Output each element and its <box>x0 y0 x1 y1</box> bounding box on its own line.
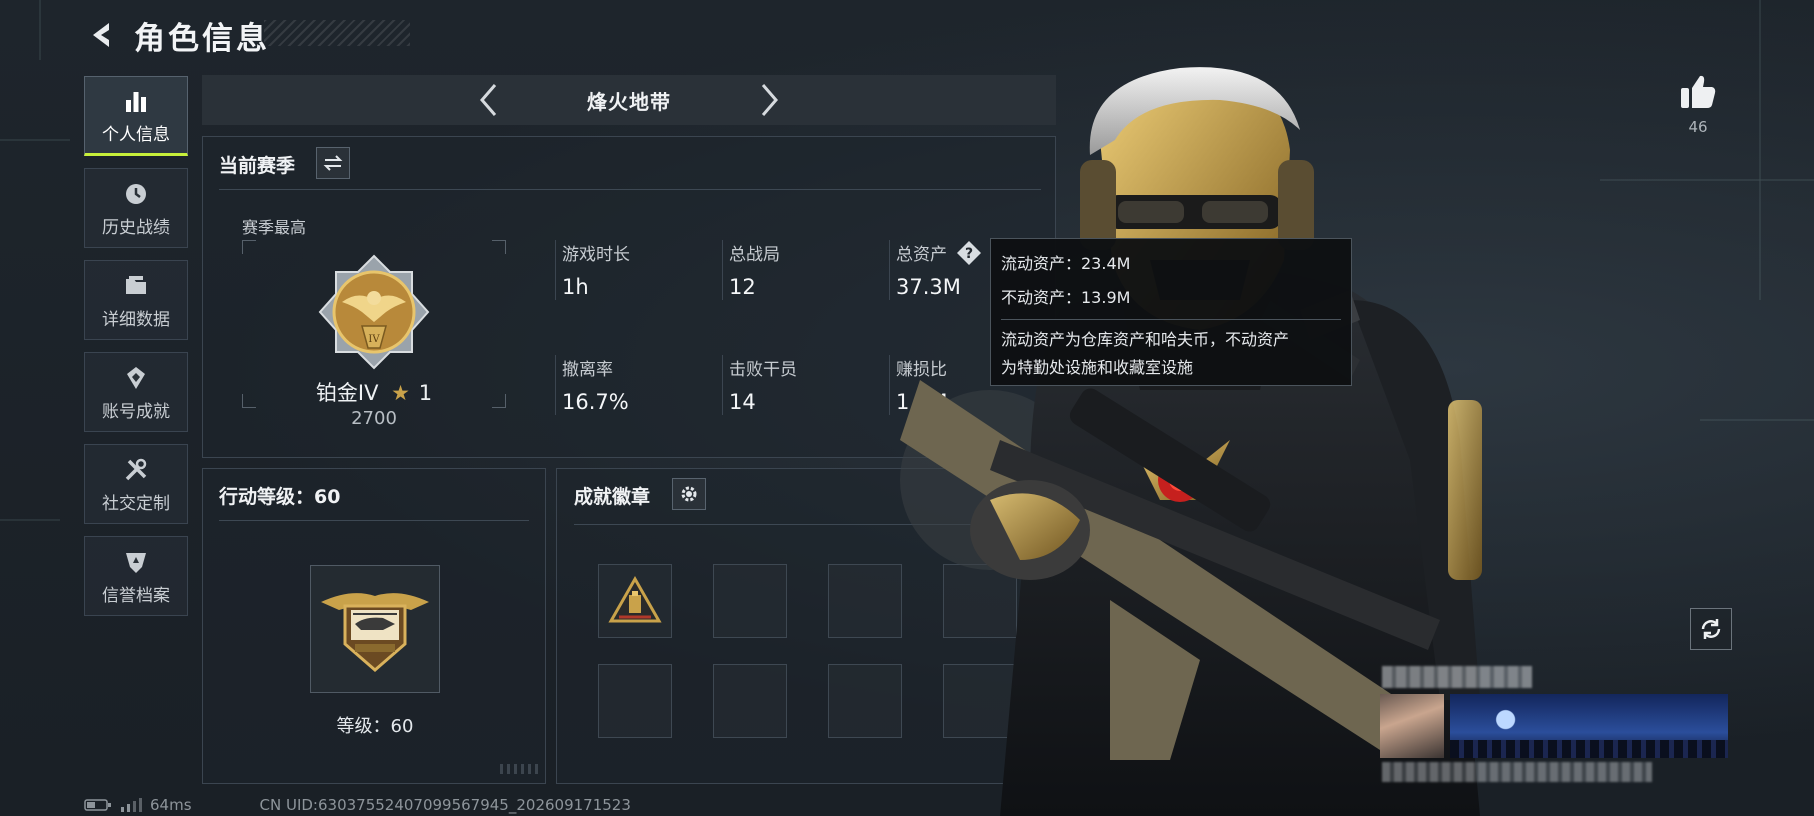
frame-corner <box>492 240 506 254</box>
badges-title: 成就徽章 <box>574 486 651 508</box>
folder-icon <box>121 271 151 301</box>
badge-slot-empty[interactable] <box>598 664 672 738</box>
stat-value: 12 <box>729 275 756 299</box>
clock-icon <box>121 179 151 209</box>
action-level-title: 行动等级：60 <box>219 486 341 508</box>
sidebar-item-social-customization[interactable]: 社交定制 <box>84 444 188 524</box>
stat-label: 总战局 <box>729 245 780 265</box>
stat-value: 1h <box>562 275 589 299</box>
fixed-assets: 不动资产：13.9M <box>1001 288 1131 307</box>
level-emblem-frame <box>310 565 440 693</box>
sidebar-item-label: 个人信息 <box>102 124 170 145</box>
asset-tooltip: 流动资产：23.4M 不动资产：13.9M 流动资产为仓库资产和哈夫币，不动资产… <box>990 238 1352 386</box>
player-card[interactable] <box>1380 694 1728 758</box>
divider <box>1001 319 1341 320</box>
star-icon: ★ <box>391 381 410 405</box>
refresh-icon <box>1701 619 1721 639</box>
player-subtitle-blurred <box>1382 762 1652 782</box>
sidebar-item-history[interactable]: 历史战绩 <box>84 168 188 248</box>
badge-slot-filled[interactable] <box>598 564 672 638</box>
sidebar-item-label: 详细数据 <box>102 309 170 330</box>
swap-icon <box>323 155 343 171</box>
level-text: 等级：60 <box>336 716 414 737</box>
sidebar-item-label: 社交定制 <box>102 493 170 514</box>
badge-slot-empty[interactable] <box>713 564 787 638</box>
tools-icon <box>121 455 151 485</box>
refresh-button[interactable] <box>1690 608 1732 650</box>
sidebar: 个人信息 历史战绩 详细数据 账号成就 社交定制 信誉档案 <box>84 76 188 628</box>
mode-name: 烽火地带 <box>587 89 671 114</box>
bar-chart-icon <box>121 86 151 116</box>
stat-extract-rate: 撤离率 16.7% <box>562 355 629 414</box>
badge-settings-button[interactable] <box>672 478 706 510</box>
divider <box>219 520 529 521</box>
stat-value: 14 <box>729 390 756 414</box>
sidebar-item-label: 账号成就 <box>102 401 170 422</box>
player-name-blurred <box>1382 666 1532 688</box>
sidebar-item-personal-info[interactable]: 个人信息 <box>84 76 188 156</box>
helicopter-emblem-icon <box>321 593 429 672</box>
battery-icon <box>84 799 111 811</box>
frame-corner <box>242 240 256 254</box>
gear-icon <box>681 486 697 502</box>
signal-icon <box>121 798 142 812</box>
card-banner <box>1450 694 1728 758</box>
swap-season-button[interactable] <box>316 147 350 179</box>
stat-label: 击败干员 <box>729 360 797 380</box>
divider <box>722 355 723 415</box>
divider <box>555 355 556 415</box>
badge-icon <box>608 575 662 623</box>
shield-icon <box>121 547 151 577</box>
sidebar-item-achievements[interactable]: 账号成就 <box>84 352 188 432</box>
liquid-assets: 流动资产：23.4M <box>1001 254 1131 273</box>
chevron-right-icon[interactable] <box>752 83 786 117</box>
sidebar-item-detailed-data[interactable]: 详细数据 <box>84 260 188 340</box>
tooltip-description-line: 流动资产为仓库资产和哈夫币，不动资产 <box>1001 330 1290 349</box>
stat-value: 16.7% <box>562 390 629 414</box>
title-decoration <box>264 20 410 46</box>
chevron-left-icon[interactable] <box>472 83 506 117</box>
rank-emblem-icon: IV <box>318 254 430 370</box>
status-footer: 64ms CN UID:6303755240709956794​5_202609… <box>84 796 631 814</box>
avatar <box>1380 694 1444 758</box>
rank-name-row: 铂金IV ★ 1 <box>244 377 504 407</box>
season-best-label: 赛季最高 <box>242 218 307 237</box>
achievement-icon <box>121 363 151 393</box>
badge-slot-empty[interactable] <box>713 664 787 738</box>
thumbs-up-icon[interactable] <box>1678 72 1718 112</box>
stat-play-time: 游戏时长 1h <box>562 240 630 299</box>
sidebar-item-label: 历史战绩 <box>102 217 170 238</box>
like-count: 46 <box>1688 118 1708 136</box>
page-title: 角色信息 <box>134 20 270 57</box>
header: 角色信息 <box>84 12 270 58</box>
ping-value: 64ms <box>150 796 192 814</box>
sidebar-item-reputation[interactable]: 信誉档案 <box>84 536 188 616</box>
stat-operators-defeated: 击败干员 14 <box>729 355 797 414</box>
svg-text:IV: IV <box>368 334 380 345</box>
divider <box>722 240 723 300</box>
tooltip-description-line: 为特勤处设施和收藏室设施 <box>1001 358 1194 377</box>
rank-name: 铂金IV <box>315 381 379 405</box>
stat-label: 游戏时长 <box>562 245 630 265</box>
back-arrow-icon[interactable] <box>84 17 120 53</box>
divider <box>555 240 556 300</box>
sidebar-item-label: 信誉档案 <box>102 585 170 606</box>
stat-label: 撤离率 <box>562 360 613 380</box>
user-uid: CN UID:6303755240709956794​5_20260917152… <box>259 796 631 814</box>
corner-decoration <box>500 764 538 774</box>
stat-total-matches: 总战局 12 <box>729 240 780 299</box>
rank-score: 2700 <box>351 408 397 429</box>
season-title: 当前赛季 <box>219 155 296 177</box>
rank-stars: 1 <box>418 381 433 405</box>
